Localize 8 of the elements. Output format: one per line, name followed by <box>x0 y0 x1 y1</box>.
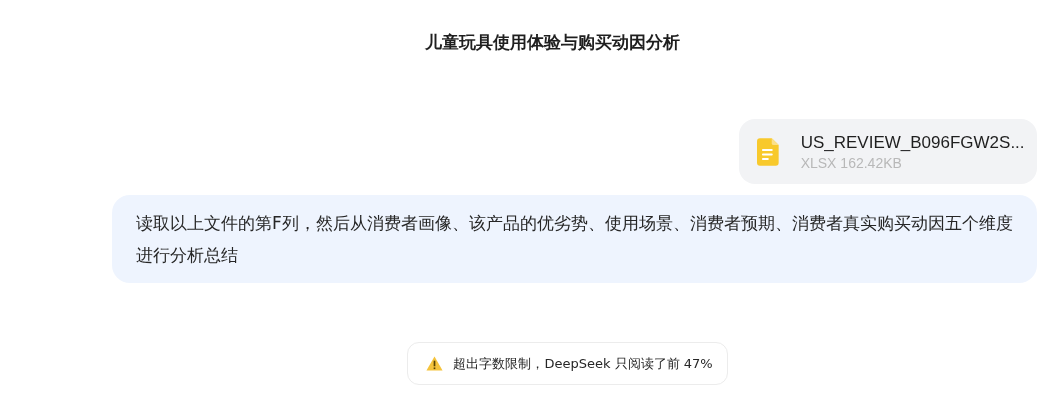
file-attachment[interactable]: US_REVIEW_B096FGW2S... XLSX 162.42KB <box>739 119 1037 184</box>
file-size: XLSX 162.42KB <box>800 154 903 171</box>
user-message: 读取以上文件的第F列，然后从消费者画像、该产品的优劣势、使用场景、消费者预期、消费者真实购买动因五个维度进行分析总结 <box>112 195 1037 283</box>
notice-text: 超出字数限制，DeepSeek 只阅读了前 47% <box>453 354 713 373</box>
file-name: US_REVIEW_B096FGW2S... <box>800 132 1021 153</box>
document-icon <box>757 137 779 166</box>
chat-title: 儿童玩具使用体验与购买动因分析 <box>424 31 681 53</box>
warning-icon <box>426 356 444 371</box>
